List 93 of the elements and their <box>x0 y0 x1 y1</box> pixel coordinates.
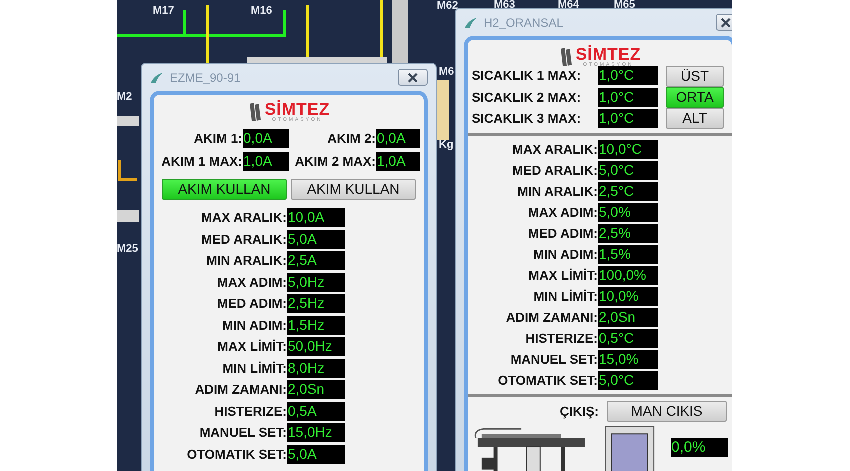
zone-button[interactable]: ALT <box>666 108 724 129</box>
field-label: SICAKLIK 3 MAX: <box>472 110 582 128</box>
value-display: 0,0A <box>242 129 289 148</box>
value-display: 10,0A <box>287 208 345 227</box>
field-label: MIN ARALIK: <box>516 183 598 201</box>
field-label: MIN LİMİT: <box>222 360 287 378</box>
value-display: 1,0°C <box>598 66 658 85</box>
field-label: MIN LİMİT: <box>532 288 598 306</box>
tank-level-drawing <box>604 426 655 471</box>
value-display: 1,0°C <box>598 88 658 106</box>
value-display: 1,0°C <box>598 109 658 128</box>
field-label: ADIM ZAMANI: <box>505 309 598 327</box>
value-display: 0,0% <box>670 438 728 457</box>
field-label: MAX ARALIK: <box>200 209 287 227</box>
field-label: AKIM 1 MAX: <box>162 152 243 170</box>
value-display: 2,0Sn <box>287 380 345 399</box>
manual-output-button[interactable]: MAN CIKIS <box>607 401 727 422</box>
field-label: MIN ADIM: <box>532 246 598 264</box>
value-display: 15,0Hz <box>287 423 345 442</box>
value-display: 100,0% <box>598 266 658 285</box>
field-label: MAX ADIM: <box>216 274 287 292</box>
value-display: 2,0Sn <box>598 308 658 327</box>
zone-button[interactable]: ÜST <box>666 66 724 87</box>
close-icon <box>408 73 418 84</box>
field-label: MAX ARALIK: <box>512 141 598 159</box>
value-display: 50,0Hz <box>287 337 345 356</box>
machine-label: M16 <box>251 6 272 17</box>
field-label: HISTERIZE: <box>214 402 287 420</box>
value-display: 1,5Hz <box>287 316 345 334</box>
value-display: 1,0A <box>376 152 420 170</box>
logo-icon <box>248 102 262 122</box>
field-label: OTOMATIK SET: <box>497 372 598 390</box>
value-display: 15,0% <box>598 350 658 369</box>
value-display: 10,0% <box>598 287 658 306</box>
machine-label: M25 <box>117 244 138 255</box>
logo-icon <box>558 47 573 67</box>
field-label: ÇIKIŞ: <box>560 402 599 421</box>
value-display: 2,5Hz <box>287 294 345 313</box>
logo-text: SİMTEZ <box>576 46 642 63</box>
value-display: 8,0Hz <box>287 358 345 378</box>
field-label: MANUEL SET: <box>198 424 287 442</box>
machine-label: M63 <box>494 0 516 11</box>
field-label: ADIM ZAMANI: <box>194 381 287 399</box>
field-label: MAX LİMİT: <box>216 338 287 356</box>
field-label: MED ADIM: <box>527 225 598 243</box>
field-label: MIN ADIM: <box>221 316 287 334</box>
value-display: 2,5% <box>598 224 658 243</box>
field-label: MED ARALIK: <box>512 162 598 180</box>
value-display: 0,5°C <box>598 329 658 348</box>
value-display: 1,0A <box>242 152 289 170</box>
value-display: 0,5A <box>287 402 345 420</box>
value-display: 1,5% <box>598 245 658 264</box>
field-label: MED ARALIK: <box>200 230 287 248</box>
value-display: 5,0°C <box>598 161 658 180</box>
field-label: MAX LİMİT: <box>528 267 598 285</box>
close-button[interactable] <box>716 14 732 31</box>
value-display: 5,0A <box>287 444 345 464</box>
toggle-button[interactable]: AKIM KULLAN <box>291 179 416 200</box>
close-button[interactable] <box>398 69 428 86</box>
close-icon <box>721 18 731 28</box>
window-title: H2_ORANSAL <box>484 14 564 32</box>
field-label: SICAKLIK 2 MAX: <box>472 88 582 106</box>
field-label: AKIM 2: <box>328 130 376 148</box>
value-display: 5,0% <box>598 203 658 222</box>
window-title: EZME_90-91 <box>170 70 241 86</box>
field-label: AKIM 1: <box>194 130 243 148</box>
machine-label: M6 <box>439 67 454 78</box>
machine-label: M64 <box>558 0 580 11</box>
field-label: OTOMATIK SET: <box>186 446 287 464</box>
machine-label: M65 <box>614 0 636 11</box>
value-display: 5,0A <box>287 230 345 248</box>
value-display: 2,5A <box>287 251 345 270</box>
app-icon <box>464 16 478 28</box>
value-display: 0,0A <box>376 129 420 148</box>
field-label: MIN ARALIK: <box>206 252 287 270</box>
field-label: AKIM 2 MAX: <box>295 152 376 170</box>
field-label: HISTERIZE: <box>524 330 598 348</box>
machine-label: M17 <box>153 6 174 17</box>
value-display: 5,0Hz <box>287 272 345 292</box>
logo-text: SİMTEZ <box>264 101 330 118</box>
field-label: SICAKLIK 1 MAX: <box>472 67 582 85</box>
field-label: MED ADIM: <box>216 295 287 313</box>
value-display: 5,0°C <box>598 371 658 390</box>
field-label: MAX ADIM: <box>527 204 598 222</box>
machine-label: M62 <box>437 1 458 12</box>
machine-label: M2 <box>117 92 132 103</box>
value-display: 10,0°C <box>598 140 658 159</box>
app-icon <box>150 72 164 84</box>
field-label: MANUEL SET: <box>510 351 598 369</box>
zone-button[interactable]: ORTA <box>666 87 724 108</box>
value-display: 2,5°C <box>598 182 658 201</box>
toggle-button[interactable]: AKIM KULLAN <box>162 179 287 200</box>
machine-label: Kg <box>439 140 454 151</box>
